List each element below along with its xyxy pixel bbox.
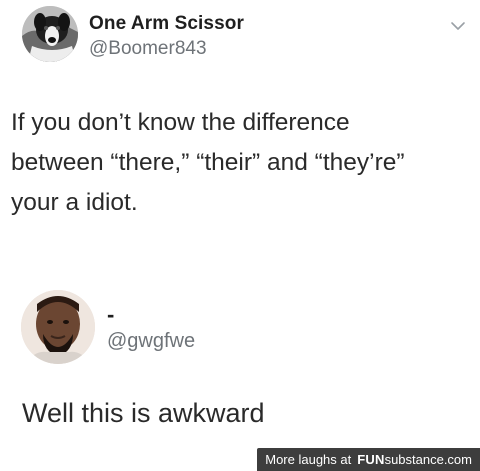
tweet-text: Well this is awkward: [22, 398, 265, 428]
user-handle[interactable]: @Boomer843: [89, 38, 207, 60]
man-avatar[interactable]: [21, 290, 95, 364]
dog-avatar-image: [22, 6, 78, 62]
man-avatar-image: [21, 290, 95, 364]
watermark-footer: More laughs at FUN substance.com: [0, 448, 480, 471]
watermark-lead-text: More laughs at: [265, 452, 352, 467]
watermark-brand-rest: substance.com: [384, 452, 472, 467]
dog-avatar[interactable]: [22, 6, 78, 62]
tweet-text-line: your a idiot.: [11, 189, 138, 216]
watermark-brand-bold: FUN: [357, 452, 385, 467]
tweet-text-line: If you don’t know the difference: [11, 109, 350, 136]
display-name[interactable]: -: [107, 302, 114, 328]
tweet-text-line: between “there,” “their” and “they’re”: [11, 149, 405, 176]
user-handle[interactable]: @gwgfwe: [107, 330, 195, 353]
tweet-reply: - @gwgfwe Well this is awkward: [0, 290, 480, 450]
watermark-bar[interactable]: More laughs at FUN substance.com: [257, 448, 480, 471]
display-name[interactable]: One Arm Scissor: [89, 13, 244, 35]
chevron-down-icon[interactable]: [450, 20, 466, 32]
tweet-original: One Arm Scissor @Boomer843 If you don’t …: [0, 0, 480, 300]
tweet-text: If you don’t know the difference between…: [11, 103, 471, 223]
